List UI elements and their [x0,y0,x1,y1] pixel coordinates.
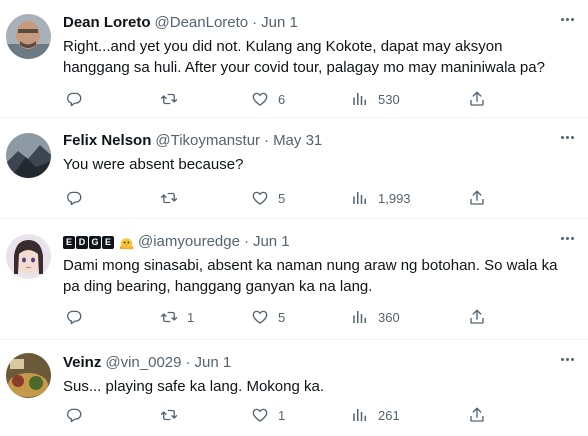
retweet-button[interactable] [160,405,187,425]
tweet[interactable]: Felix Nelson @Tikoymanstur · May 31 You … [0,118,588,219]
share-button[interactable] [468,89,486,109]
tweet-date[interactable]: May 31 [273,131,322,151]
retweet-button[interactable] [160,89,187,109]
views-button[interactable]: 360 [351,307,400,327]
tweet[interactable]: Veinz @vin_0029 · Jun 1 Sus... playing s… [0,340,588,436]
like-count: 6 [278,91,286,107]
share-icon [468,90,486,108]
heart-icon [251,308,269,326]
letter-e-emoji: E [102,235,114,249]
reply-icon [65,90,83,108]
tweet-text: Sus... playing safe ka lang. Mokong ka. [63,378,324,395]
user-handle[interactable]: @Tikoymanstur [155,131,260,151]
display-name[interactable]: Dean Loreto [63,13,151,33]
tweet-header: E D G E @iamyouredge · Jun 1 [63,232,568,252]
tweet-header: Felix Nelson @Tikoymanstur · May 31 [63,131,568,151]
like-count: 1 [278,407,286,423]
chick-emoji-icon [119,237,134,249]
tweet-header: Veinz @vin_0029 · Jun 1 [63,353,568,373]
like-button[interactable]: 1 [251,405,285,425]
tweet-date[interactable]: Jun 1 [253,232,290,252]
view-count: 1,993 [378,190,411,206]
views-chart-icon [351,406,369,424]
reply-button[interactable] [65,405,92,425]
share-button[interactable] [468,188,486,208]
separator-dot: · [243,233,249,250]
like-button[interactable]: 5 [251,188,285,208]
avatar[interactable] [6,234,51,279]
views-chart-icon [351,90,369,108]
retweet-icon [160,90,178,108]
views-button[interactable]: 261 [351,405,400,425]
more-options-icon[interactable] [561,350,574,368]
tweet[interactable]: E D G E @iamyouredge · Jun 1 Dami mong s… [0,219,588,340]
retweet-icon [160,308,178,326]
retweet-count: 1 [187,309,195,325]
display-name[interactable]: Felix Nelson [63,131,151,151]
tweet[interactable]: Dean Loreto @DeanLoreto · Jun 1 Right...… [0,0,588,118]
like-button[interactable]: 6 [251,89,285,109]
separator-dot: · [264,132,270,149]
heart-icon [251,406,269,424]
tweet-text: Right...and yet you did not. Kulang ang … [63,38,545,76]
avatar[interactable] [6,133,51,178]
reply-icon [65,189,83,207]
views-button[interactable]: 530 [351,89,400,109]
like-count: 5 [278,190,286,206]
retweet-icon [160,406,178,424]
share-icon [468,406,486,424]
user-handle[interactable]: @iamyouredge [138,232,240,252]
retweet-icon [160,189,178,207]
heart-icon [251,189,269,207]
avatar[interactable] [6,353,51,398]
views-chart-icon [351,189,369,207]
like-button[interactable]: 5 [251,307,285,327]
reply-button[interactable] [65,188,92,208]
like-count: 5 [278,309,286,325]
more-options-icon[interactable] [561,10,574,28]
share-button[interactable] [468,307,486,327]
share-button[interactable] [468,405,486,425]
more-options-icon[interactable] [561,229,574,247]
display-name[interactable]: Veinz [63,353,101,373]
view-count: 360 [378,309,400,325]
reply-button[interactable] [65,89,92,109]
separator-dot: · [252,14,258,31]
tweet-actions: 5 1,993 [63,188,568,208]
tweet-date[interactable]: Jun 1 [194,353,231,373]
user-handle[interactable]: @vin_0029 [105,353,181,373]
display-name[interactable]: E D G E [63,235,134,250]
tweet-actions: 6 530 [63,89,568,109]
tweet-header: Dean Loreto @DeanLoreto · Jun 1 [63,13,568,33]
letter-e-emoji: E [63,235,75,249]
views-button[interactable]: 1,993 [351,188,411,208]
tweet-text: You were absent because? [63,156,244,173]
view-count: 530 [378,91,400,107]
tweet-text: Dami mong sinasabi, absent ka naman nung… [63,257,558,295]
user-handle[interactable]: @DeanLoreto [155,13,249,33]
more-options-icon[interactable] [561,128,574,146]
tweet-date[interactable]: Jun 1 [261,13,298,33]
share-icon [468,308,486,326]
retweet-button[interactable]: 1 [160,307,194,327]
view-count: 261 [378,407,400,423]
retweet-button[interactable] [160,188,187,208]
tweet-actions: 1 5 360 [63,307,568,327]
tweet-actions: 1 261 [63,405,568,425]
separator-dot: · [185,354,191,371]
avatar[interactable] [6,14,51,59]
heart-icon [251,90,269,108]
share-icon [468,189,486,207]
views-chart-icon [351,308,369,326]
letter-g-emoji: G [89,235,101,249]
letter-d-emoji: D [76,235,88,249]
reply-icon [65,308,83,326]
reply-icon [65,406,83,424]
reply-button[interactable] [65,307,92,327]
reply-feed: Dean Loreto @DeanLoreto · Jun 1 Right...… [0,0,588,436]
